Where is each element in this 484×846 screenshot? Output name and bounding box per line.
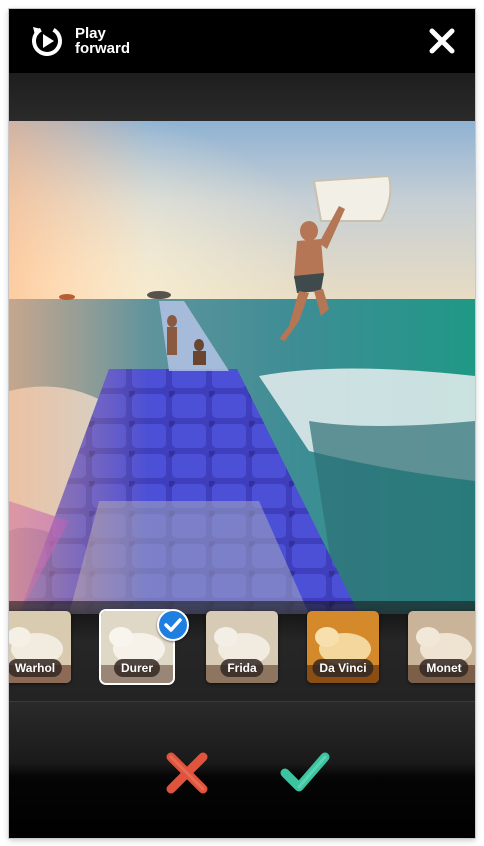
- play-label-line2: forward: [75, 40, 131, 57]
- cross-icon[interactable]: [163, 749, 211, 797]
- toolbar-gap: [9, 73, 475, 122]
- filter-strip[interactable]: Warhol Durer Frida Da Vinci Monet: [9, 601, 475, 702]
- app-screen: Play forward Warhol Durer Frida Da Vinci…: [9, 9, 475, 838]
- beach-photo: [9, 121, 475, 614]
- action-bar: [9, 702, 475, 838]
- top-bar: Play forward: [9, 9, 475, 73]
- filter-frida[interactable]: Frida: [206, 611, 278, 683]
- close-icon[interactable]: [427, 26, 457, 56]
- filter-label: Monet: [419, 659, 469, 677]
- play-label-line1: Play: [75, 25, 106, 42]
- photo-preview: [9, 121, 475, 614]
- filter-label: Da Vinci: [312, 659, 374, 677]
- filter-label: Warhol: [9, 659, 63, 677]
- play-forward-button[interactable]: Play forward: [27, 21, 155, 61]
- filter-label: Durer: [113, 659, 161, 677]
- filter-da-vinci[interactable]: Da Vinci: [307, 611, 379, 683]
- checkmark-icon[interactable]: [279, 751, 331, 795]
- play-forward-label: Play forward: [75, 26, 155, 56]
- checkmark-icon: [164, 618, 182, 632]
- selected-check-badge: [157, 609, 189, 641]
- rotate-play-icon: [32, 26, 62, 56]
- filter-warhol[interactable]: Warhol: [9, 611, 71, 683]
- filter-monet[interactable]: Monet: [408, 611, 475, 683]
- filter-label: Frida: [220, 659, 264, 677]
